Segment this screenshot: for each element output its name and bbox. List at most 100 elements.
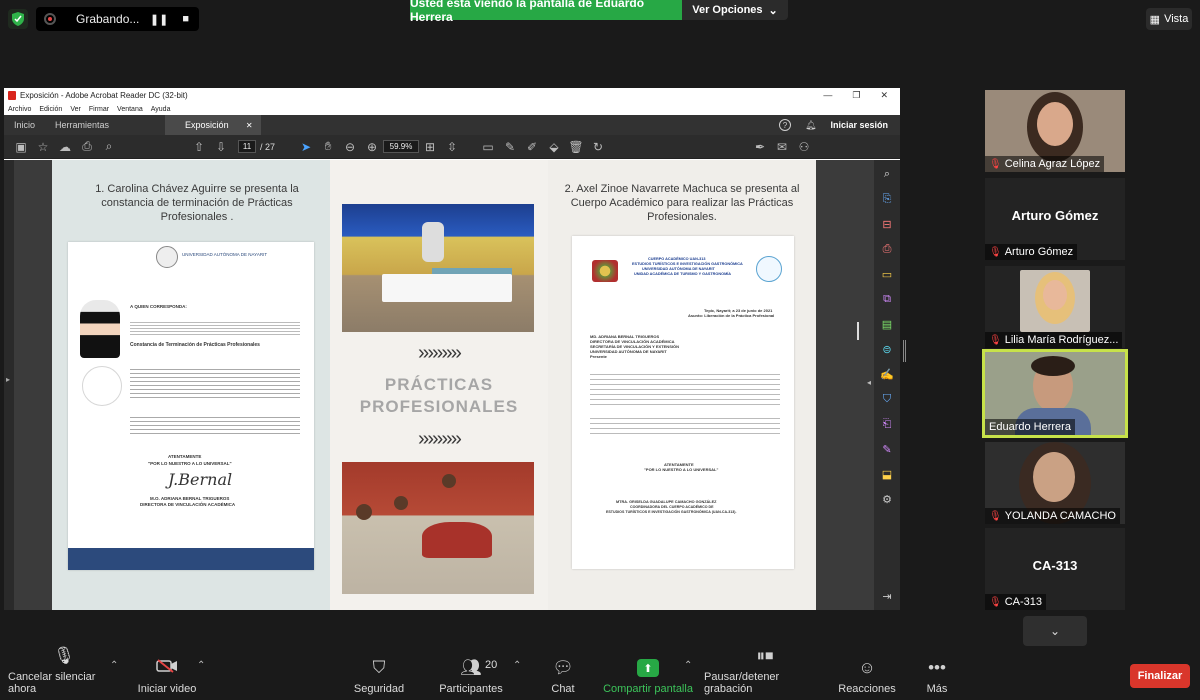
tab-home[interactable]: Inicio	[4, 115, 45, 135]
fill-sign-icon[interactable]: ✒	[749, 137, 771, 157]
document-area[interactable]: ▸ 1. Carolina Chávez Aguirre se presenta…	[4, 160, 900, 610]
recording-label: Grabando...	[76, 12, 140, 26]
menu-ver[interactable]: Ver	[70, 106, 81, 113]
participant-tile-active-speaker[interactable]: Eduardo Herrera	[982, 349, 1128, 438]
restore-icon[interactable]: ❐	[852, 90, 860, 101]
send-review-icon[interactable]: ⎗	[879, 416, 895, 432]
stop-recording-icon[interactable]: ■	[182, 13, 189, 26]
participant-tile[interactable]: CA-313 🎙︎ CA-313	[985, 528, 1125, 610]
edit-pdf-icon[interactable]: ⎙	[879, 241, 895, 257]
menu-ayuda[interactable]: Ayuda	[151, 106, 171, 113]
scroll-mode-icon[interactable]: ⇳	[441, 137, 463, 157]
comment-icon[interactable]: ▭	[477, 137, 499, 157]
protect-icon[interactable]: ⛉	[879, 391, 895, 407]
stamp-icon[interactable]: ⬙	[543, 137, 565, 157]
pdf-page: 1. Carolina Chávez Aguirre se presenta l…	[52, 160, 816, 610]
menu-edicion[interactable]: Edición	[39, 106, 62, 113]
share-options-caret-icon[interactable]: ⌃	[684, 660, 692, 671]
expand-left-icon[interactable]: ▸	[6, 375, 10, 384]
create-pdf-icon[interactable]: ⊟	[879, 216, 895, 232]
participant-tile[interactable]: Arturo Gómez 🎙︎ Arturo Gómez	[985, 178, 1125, 260]
zoom-in-icon[interactable]: ⊕	[361, 137, 383, 157]
menu-firmar[interactable]: Firmar	[89, 106, 109, 113]
panel-divider-handle[interactable]	[903, 340, 906, 362]
tab-document-label: Exposición	[185, 120, 229, 130]
participant-tile[interactable]: 🎙︎ YOLANDA CAMACHO	[985, 442, 1125, 524]
close-tab-icon[interactable]: ✕	[246, 121, 253, 130]
pause-recording-icon[interactable]: ❚❚	[150, 13, 168, 26]
zoom-search-icon[interactable]: ⌕	[98, 137, 120, 157]
bell-icon[interactable]: 🔔︎	[805, 120, 816, 131]
letter1-salutation: A QUIEN CORRESPONDA:	[130, 304, 187, 309]
tab-document[interactable]: Exposición ✕	[165, 115, 261, 135]
combine-files-icon[interactable]: ⧉	[879, 291, 895, 307]
zoom-level-select[interactable]: 59.9%	[383, 140, 420, 153]
stamp-tool-icon[interactable]: ⬓	[879, 466, 895, 482]
zoom-out-icon[interactable]: ⊖	[339, 137, 361, 157]
fit-page-icon[interactable]: ⊞	[419, 137, 441, 157]
end-meeting-button[interactable]: Finalizar	[1130, 664, 1190, 688]
participants-caret-icon[interactable]: ⌃	[513, 660, 521, 671]
page-up-icon[interactable]: ⇧	[188, 137, 210, 157]
scroll-participants-down-button[interactable]: ⌄	[1023, 616, 1087, 646]
collapse-right-pane-icon[interactable]: ◂	[867, 378, 871, 387]
select-cursor-icon[interactable]: ➤	[295, 137, 317, 157]
tab-tools[interactable]: Herramientas	[45, 115, 119, 135]
letter2-recipient-5: Presente	[590, 354, 607, 359]
sign-in-button[interactable]: Iniciar sesión	[830, 120, 888, 130]
minimize-icon[interactable]: —	[823, 90, 832, 101]
help-icon[interactable]: ?	[779, 119, 792, 131]
export-pdf-icon[interactable]: ⎘	[879, 191, 895, 207]
participant-tile[interactable]: 🎙︎ Celina Agraz López	[985, 90, 1125, 172]
security-button[interactable]: ⛉ Seguridad	[350, 650, 408, 700]
share-screen-button[interactable]: ⬆ Compartir pantalla	[603, 650, 693, 700]
video-options-caret-icon[interactable]: ⌃	[197, 660, 205, 671]
participant-name: 🎙︎ YOLANDA CAMACHO	[985, 508, 1120, 524]
participant-tile[interactable]: 🎙︎ Lilia María Rodríguez...	[985, 266, 1125, 348]
hand-tool-icon[interactable]: ✋︎	[317, 137, 339, 157]
compress-pdf-icon[interactable]: ⊜	[879, 341, 895, 357]
print-icon[interactable]: ⎙	[76, 137, 98, 157]
share-link-icon[interactable]: ⚇	[793, 137, 815, 157]
seal-stamp-icon	[82, 366, 122, 406]
chat-button[interactable]: 💬︎ Chat	[545, 650, 581, 700]
more-tools-icon[interactable]: ⚙	[879, 491, 895, 507]
vertical-scrollbar[interactable]	[852, 160, 864, 610]
audio-options-caret-icon[interactable]: ⌃	[110, 660, 118, 671]
draw-icon[interactable]: ✐	[521, 137, 543, 157]
menu-archivo[interactable]: Archivo	[8, 106, 31, 113]
close-icon[interactable]: ✕	[880, 90, 888, 101]
organize-pages-icon[interactable]: ▤	[879, 316, 895, 332]
pause-stop-recording-button[interactable]: ⏸⏹ Pausar/detener grabación	[704, 646, 826, 700]
search-icon[interactable]: ⌕	[879, 166, 895, 182]
menu-ventana[interactable]: Ventana	[117, 106, 143, 113]
unmute-button[interactable]: 🎙︎ Cancelar silenciar ahora	[8, 646, 120, 700]
fill-sign-tool-icon[interactable]: ✍	[879, 366, 895, 382]
sign-tool-icon[interactable]: ✎	[879, 441, 895, 457]
participants-icon: 👥︎	[460, 658, 482, 677]
shield-icon: ⛉	[372, 658, 386, 677]
more-button[interactable]: ••• Más	[924, 650, 950, 700]
security-shield-icon[interactable]	[8, 9, 28, 29]
comment-tool-icon[interactable]: ▭	[879, 266, 895, 282]
save-icon[interactable]: ▣	[10, 137, 32, 157]
star-icon[interactable]: ☆	[32, 137, 54, 157]
highlight-icon[interactable]: ✎	[499, 137, 521, 157]
delete-icon[interactable]: 🗑︎	[565, 137, 587, 157]
page-down-icon[interactable]: ⇩	[210, 137, 232, 157]
right-heading: 2. Axel Zinoe Navarrete Machuca se prese…	[564, 183, 800, 223]
mail-icon[interactable]: ✉	[771, 137, 793, 157]
left-nav-pane[interactable]: ▸	[4, 160, 14, 610]
rotate-icon[interactable]: ↻	[587, 137, 609, 157]
upload-icon[interactable]: ☁	[54, 137, 76, 157]
pause-stop-recording-label: Pausar/detener grabación	[704, 671, 780, 695]
collapse-tools-icon[interactable]: ⇥	[879, 588, 895, 604]
participants-button[interactable]: 👥︎ Participantes	[438, 650, 504, 700]
scroll-thumb[interactable]	[857, 322, 859, 340]
muted-mic-icon: 🎙︎	[989, 158, 1002, 170]
reactions-button[interactable]: ☺ Reacciones	[838, 650, 896, 700]
start-video-button[interactable]: Iniciar video	[134, 650, 200, 700]
page-number-input[interactable]: 11	[238, 140, 256, 153]
view-button[interactable]: ▦ Vista	[1146, 8, 1192, 30]
view-options-button[interactable]: Ver Opciones ⌄	[682, 0, 788, 20]
